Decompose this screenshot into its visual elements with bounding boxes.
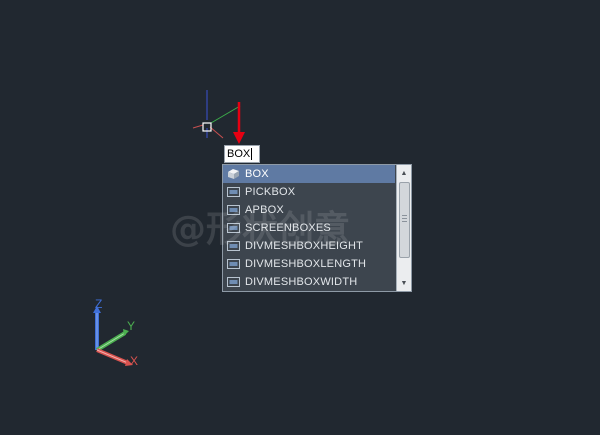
autocomplete-item-label: BOX [245,168,269,180]
autocomplete-item-label: DIVMESHBOXWIDTH [245,276,358,288]
thumb-grip [402,218,407,219]
ucs-y-label: Y [127,319,135,333]
system-variable-icon [227,187,240,197]
scrollbar-thumb[interactable] [399,182,410,258]
thumb-grip [402,221,407,222]
system-variable-icon [227,205,240,215]
autocomplete-dropdown[interactable]: BOX PICKBOX APBOX SCREENBOXES DIVMESHBOX… [222,164,412,292]
autocomplete-item-screenboxes[interactable]: SCREENBOXES [223,219,395,237]
system-variable-icon [227,241,240,251]
system-variable-icon [227,259,240,269]
autocomplete-item-divmeshboxwidth[interactable]: DIVMESHBOXWIDTH [223,273,395,291]
autocomplete-item-divmeshboxlength[interactable]: DIVMESHBOXLENGTH [223,255,395,273]
ucs-x-label: X [130,354,138,368]
scroll-down-arrow-icon[interactable]: ▼ [397,276,411,290]
autocomplete-item-label: DIVMESHBOXLENGTH [245,258,367,270]
drawing-canvas[interactable]: BOX BOX PICKBOX APBOX SCREENBOXES DIVMES… [0,0,600,435]
thumb-grip [402,215,407,216]
text-caret [251,148,253,161]
autocomplete-item-label: PICKBOX [245,186,296,198]
box-3d-icon [227,169,240,179]
autocomplete-item-apbox[interactable]: APBOX [223,201,395,219]
system-variable-icon [227,223,240,233]
autocomplete-item-label: DIVMESHBOXHEIGHT [245,240,364,252]
autocomplete-item-divmeshboxheight[interactable]: DIVMESHBOXHEIGHT [223,237,395,255]
ucs-z-label: Z [95,297,102,311]
dropdown-scrollbar[interactable]: ▲ ▼ [396,165,411,291]
scroll-up-arrow-icon[interactable]: ▲ [397,166,411,180]
command-input[interactable]: BOX [224,145,260,163]
command-input-text: BOX [227,148,251,160]
autocomplete-item-label: SCREENBOXES [245,222,331,234]
system-variable-icon [227,277,240,287]
autocomplete-item-pickbox[interactable]: PICKBOX [223,183,395,201]
autocomplete-item-box[interactable]: BOX [223,165,395,183]
ucs-icon: Z Y X [93,297,138,368]
autocomplete-item-label: APBOX [245,204,284,216]
autocomplete-list: BOX PICKBOX APBOX SCREENBOXES DIVMESHBOX… [223,165,395,291]
